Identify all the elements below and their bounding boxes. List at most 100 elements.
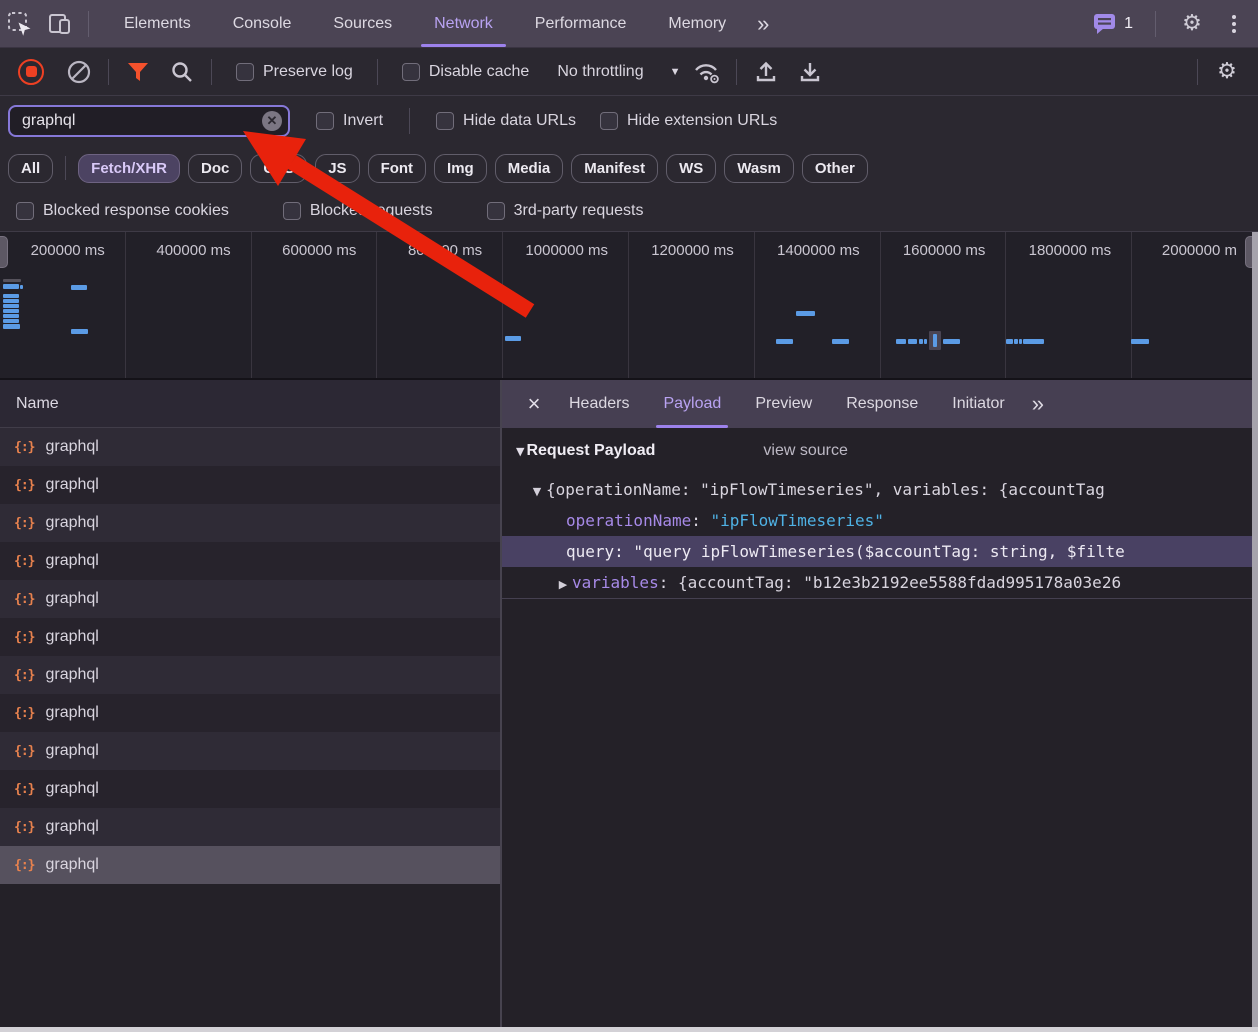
filter-chip-fetch-xhr[interactable]: Fetch/XHR [78,154,180,183]
timeline-request-bar [776,339,793,344]
name-column-header[interactable]: Name [0,380,500,428]
request-name: graphql [45,438,98,456]
blocked-requests-checkbox[interactable] [283,202,301,220]
clear-filter-icon[interactable]: ✕ [262,111,282,131]
preserve-log-checkbox[interactable] [236,63,254,81]
search-network-button[interactable] [165,55,199,89]
inspect-element-button[interactable] [0,6,40,42]
more-tabs-chevron-icon[interactable]: » [747,11,777,37]
filter-chip-ws[interactable]: WS [666,154,716,183]
filter-chip-doc[interactable]: Doc [188,154,242,183]
chevron-down-icon: ▼ [670,66,681,78]
payload-variables-preview: : {accountTag: "b12e3b2192ee5588fdad9951… [659,573,1121,592]
filter-chip-media[interactable]: Media [495,154,564,183]
request-row[interactable]: {:}graphql [0,580,500,618]
timeline-tick-label: 400000 ms [126,232,252,378]
tab-performance[interactable]: Performance [514,0,648,47]
request-row[interactable]: {:}graphql [0,542,500,580]
request-row[interactable]: {:}graphql [0,428,500,466]
filter-chip-js[interactable]: JS [315,154,359,183]
filter-input-box[interactable]: ✕ [8,105,290,137]
disable-cache-checkbox[interactable] [402,63,420,81]
details-more-tabs-chevron-icon[interactable]: » [1022,391,1052,417]
timeline-request-bar [3,299,19,303]
filter-chip-font[interactable]: Font [368,154,426,183]
menu-kebab-icon[interactable] [1220,15,1248,33]
record-network-log-button[interactable] [14,55,48,89]
third-party-requests-checkbox[interactable] [487,202,505,220]
network-overview-timeline[interactable]: 200000 ms400000 ms600000 ms800000 ms1000… [0,232,1258,380]
request-row[interactable]: {:}graphql [0,770,500,808]
filter-chip-css[interactable]: CSS [250,154,307,183]
hide-extension-urls-checkbox-group[interactable]: Hide extension URLs [600,112,777,130]
request-row[interactable]: {:}graphql [0,732,500,770]
devtools-tabbar: ElementsConsoleSourcesNetworkPerformance… [0,0,1258,48]
details-tab-preview[interactable]: Preview [738,380,829,428]
request-row-selected[interactable]: {:}graphql [0,846,500,884]
blocked-response-cookies-checkbox[interactable] [16,202,34,220]
network-conditions-button[interactable] [690,55,724,89]
tab-console[interactable]: Console [212,0,313,47]
filter-input[interactable] [20,111,262,131]
timeline-left-handle[interactable] [0,236,8,268]
request-row[interactable]: {:}graphql [0,504,500,542]
network-filter-row: ✕ Invert Hide data URLs Hide extension U… [0,96,1258,146]
filter-chip-other[interactable]: Other [802,154,868,183]
throttling-select[interactable]: No throttling ▼ [557,63,680,81]
issues-button[interactable]: 1 [1087,13,1139,35]
clear-network-log-button[interactable] [62,55,96,89]
timeline-columns: 200000 ms400000 ms600000 ms800000 ms1000… [0,232,1258,378]
blocked-response-cookies-group[interactable]: Blocked response cookies [16,202,229,220]
timeline-tick-label: 600000 ms [252,232,378,378]
fetch-xhr-icon: {:} [14,554,34,569]
details-tab-headers[interactable]: Headers [552,380,646,428]
request-row[interactable]: {:}graphql [0,656,500,694]
timeline-request-bar [3,324,20,329]
tab-sources[interactable]: Sources [312,0,413,47]
request-payload-toggle[interactable]: ▼ Request Payload [516,442,655,460]
device-toolbar-button[interactable] [40,6,80,42]
timeline-tick-label: 800000 ms [377,232,503,378]
hide-data-urls-checkbox-group[interactable]: Hide data URLs [436,112,576,130]
invert-checkbox-group[interactable]: Invert [316,112,383,130]
settings-gear-icon[interactable]: ⚙ [1172,6,1212,42]
preserve-log-checkbox-group[interactable]: Preserve log [236,63,353,81]
blocked-filters-row: Blocked response cookies Blocked request… [0,190,1258,232]
request-row[interactable]: {:}graphql [0,694,500,732]
payload-variables-row[interactable]: ▶variables: {accountTag: "b12e3b2192ee55… [502,567,1252,598]
resource-type-chips: All Fetch/XHR Doc CSS JS Font Img MediaManifest… [0,146,1258,190]
invert-checkbox[interactable] [316,112,334,130]
filter-chip-manifest[interactable]: Manifest [571,154,658,183]
filter-chip-all[interactable]: All [8,154,53,183]
details-tab-response[interactable]: Response [829,380,935,428]
payload-root-row[interactable]: ▼{operationName: "ipFlowTimeseries", var… [502,474,1252,505]
request-row[interactable]: {:}graphql [0,618,500,656]
payload-query-row-selected[interactable]: query: "query ipFlowTimeseries($accountT… [502,536,1252,567]
inspect-cursor-icon [7,11,33,37]
export-har-button[interactable] [793,55,827,89]
tab-elements[interactable]: Elements [103,0,212,47]
blocked-requests-group[interactable]: Blocked requests [283,202,433,220]
window-right-edge [1252,232,1258,1027]
third-party-requests-group[interactable]: 3rd-party requests [487,202,644,220]
hide-data-urls-checkbox[interactable] [436,112,454,130]
collapsed-triangle-icon[interactable]: ▶ [554,569,572,598]
details-tabs: HeadersPayloadPreviewResponseInitiator [552,380,1022,428]
hide-extension-urls-checkbox[interactable] [600,112,618,130]
payload-variables-key: variables [572,573,659,592]
request-row[interactable]: {:}graphql [0,466,500,504]
filter-toggle-button[interactable] [121,55,155,89]
close-details-icon[interactable]: × [516,386,552,422]
tab-memory[interactable]: Memory [647,0,747,47]
details-tab-initiator[interactable]: Initiator [935,380,1021,428]
view-source-link[interactable]: view source [763,442,847,460]
tab-network[interactable]: Network [413,0,514,47]
import-har-button[interactable] [749,55,783,89]
details-tab-payload[interactable]: Payload [646,380,738,428]
filter-chip-wasm[interactable]: Wasm [724,154,794,183]
network-settings-gear-icon[interactable]: ⚙ [1210,55,1244,89]
expanded-triangle-icon[interactable]: ▼ [528,476,546,505]
disable-cache-checkbox-group[interactable]: Disable cache [402,63,530,81]
filter-chip-img[interactable]: Img [434,154,487,183]
request-row[interactable]: {:}graphql [0,808,500,846]
